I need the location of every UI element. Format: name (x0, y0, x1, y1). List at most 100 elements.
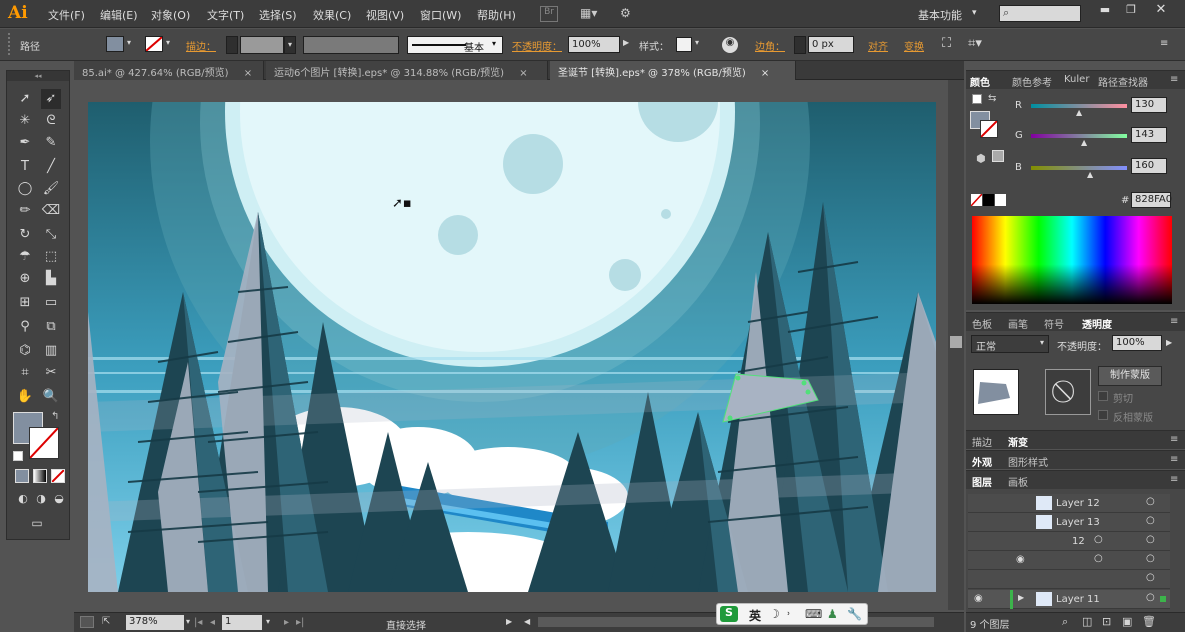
chevron-down-icon[interactable]: ▾ (127, 38, 131, 47)
panel-menu-icon[interactable]: ≡ (1160, 38, 1168, 49)
layer-row[interactable]: ○ (968, 570, 1170, 589)
scroll-thumb[interactable] (950, 336, 962, 348)
free-transform-icon[interactable]: ⬚ (41, 247, 61, 267)
blend-tool-icon[interactable]: ⧉ (41, 317, 61, 337)
align-link[interactable]: 对齐 (868, 38, 888, 53)
search-input[interactable]: ⌕ (999, 5, 1081, 22)
arrange-documents-icon[interactable]: ▦▾ (580, 6, 608, 22)
invert-mask-checkbox[interactable] (1098, 410, 1108, 420)
ime-language-toggle[interactable]: 英 (749, 607, 761, 624)
menu-view[interactable]: 视图(V) (366, 7, 404, 23)
chevron-down-icon[interactable]: ▾ (284, 36, 296, 54)
zoom-level-input[interactable]: 378% (126, 615, 184, 630)
chevron-right-icon[interactable]: ▶ (1018, 593, 1024, 602)
variable-width-profile[interactable] (303, 36, 399, 54)
tab-appearance[interactable]: 外观 (972, 454, 992, 469)
stroke-none-swatch[interactable] (145, 36, 163, 52)
none-swatch[interactable] (970, 193, 983, 207)
tab-gradient[interactable]: 渐变 (1008, 434, 1028, 449)
workspace-switcher[interactable]: 基本功能 (918, 7, 962, 23)
eyedropper-icon[interactable]: ⚲ (15, 317, 35, 337)
black-swatch[interactable] (983, 194, 994, 206)
minimize-button[interactable]: ▬ (1094, 3, 1116, 17)
gpu-performance-icon[interactable]: ⚙ (620, 6, 640, 22)
menu-file[interactable]: 文件(F) (48, 7, 85, 23)
perspective-grid-icon[interactable]: ▙ (41, 269, 61, 289)
panel-menu-icon[interactable]: ≡ (1170, 454, 1178, 465)
tab-brushes[interactable]: 画笔 (1008, 316, 1028, 331)
next-artboard-icon[interactable]: ▸ (284, 617, 289, 628)
user-icon[interactable]: ♟ (827, 607, 838, 621)
tab-symbols[interactable]: 符号 (1044, 316, 1064, 331)
screen-mode-icon[interactable]: ▭ (27, 513, 47, 533)
stroke-weight-stepper[interactable] (226, 36, 238, 54)
target-icon[interactable]: ○ (1146, 515, 1155, 526)
draw-behind-icon[interactable]: ◑ (31, 489, 51, 509)
eraser-icon[interactable]: ⌫ (41, 201, 61, 221)
clip-checkbox[interactable] (1098, 391, 1108, 401)
default-fill-icon[interactable] (972, 94, 982, 104)
tab-document-2[interactable]: 运动6个图片 [转换].eps* @ 314.88% (RGB/预览) × (266, 61, 548, 80)
slice-tool-icon[interactable]: ✂ (41, 363, 61, 383)
stroke-color-swatch[interactable] (980, 120, 998, 138)
selection-tool-icon[interactable]: ➚ (15, 89, 35, 109)
previous-artboard-icon[interactable]: ◂ (210, 617, 215, 628)
target-icon[interactable]: ○ (1146, 496, 1155, 507)
color-spectrum[interactable] (972, 216, 1172, 304)
tab-color-guide[interactable]: 颜色参考 (1012, 74, 1052, 89)
chevron-down-icon[interactable]: ▾ (166, 38, 170, 47)
slider-handle[interactable]: ▲ (1076, 108, 1082, 117)
vertical-scrollbar[interactable] (948, 80, 964, 610)
layer-row[interactable]: 12 ○ ○ (968, 532, 1170, 551)
delete-layer-icon[interactable]: 🗑 (1142, 615, 1156, 628)
paintbrush-icon[interactable]: 🖌 (41, 179, 61, 199)
selection-indicator[interactable] (1160, 596, 1166, 602)
menu-help[interactable]: 帮助(H) (477, 7, 516, 23)
type-tool-icon[interactable]: T (15, 157, 35, 177)
tab-stroke[interactable]: 描边 (972, 434, 992, 449)
restore-button[interactable]: ❐ (1120, 3, 1142, 17)
opacity-input[interactable]: 100% (1112, 335, 1162, 351)
draw-normal-icon[interactable]: ◐ (13, 489, 33, 509)
share-icon[interactable]: ⇱ (102, 616, 116, 628)
blend-mode-select[interactable]: 正常 ▾ (971, 335, 1049, 353)
hex-input[interactable]: 828FA0 (1131, 192, 1172, 208)
ellipse-tool-icon[interactable]: ◯ (15, 179, 35, 199)
isolate-icon[interactable]: ⛶ (942, 36, 951, 51)
layer-row[interactable]: Layer 13 ○ (968, 513, 1170, 532)
collapse-icon[interactable]: ◂◂ (7, 71, 69, 81)
pencil-icon[interactable]: ✏ (15, 201, 35, 221)
target-icon[interactable]: ○ (1146, 553, 1155, 564)
direct-selection-tool-icon[interactable]: ➶ (41, 89, 61, 109)
default-colors-icon[interactable] (13, 451, 23, 461)
layer-row[interactable]: ◉ ○ ○ (968, 551, 1170, 570)
tab-transparency[interactable]: 透明度 (1082, 316, 1112, 331)
chevron-right-icon[interactable]: ▶ (1166, 338, 1172, 347)
blue-slider[interactable] (1031, 166, 1127, 170)
target-icon[interactable]: ○ (1146, 534, 1155, 545)
zoom-tool-icon[interactable]: 🔍 (41, 387, 61, 407)
out-of-gamut-icon[interactable]: ⬢ (976, 152, 986, 165)
keyboard-icon[interactable]: ⌨ (805, 607, 822, 621)
eye-icon[interactable]: ◉ (974, 593, 983, 604)
web-safe-icon[interactable] (992, 150, 1004, 162)
opacity-label[interactable]: 不透明度： (512, 38, 562, 53)
menu-type[interactable]: 文字(T) (207, 7, 244, 23)
green-value-input[interactable]: 143 (1131, 127, 1167, 143)
blue-value-input[interactable]: 160 (1131, 158, 1167, 174)
shape-builder-icon[interactable]: ⊕ (15, 269, 35, 289)
first-artboard-icon[interactable]: |◂ (194, 617, 202, 628)
hand-tool-icon[interactable]: ✋ (15, 387, 35, 407)
clipping-mask-icon[interactable]: ◫ (1082, 615, 1092, 628)
mesh-tool-icon[interactable]: ⊞ (15, 293, 35, 313)
scroll-left-icon[interactable]: ◀ (524, 617, 530, 626)
target-icon[interactable]: ○ (1146, 572, 1155, 583)
eye-icon[interactable]: ◉ (1016, 554, 1025, 565)
brush-definition[interactable]: 基本 ▾ (407, 36, 503, 54)
line-tool-icon[interactable]: ╱ (41, 157, 61, 177)
mask-thumbnail-empty[interactable]: ⃠ (1045, 369, 1091, 415)
scale-tool-icon[interactable]: ⤡ (41, 225, 61, 245)
draw-inside-icon[interactable]: ◒ (49, 489, 69, 509)
curvature-tool-icon[interactable]: ✎ (41, 133, 61, 153)
transform-link[interactable]: 变换 (904, 38, 924, 53)
